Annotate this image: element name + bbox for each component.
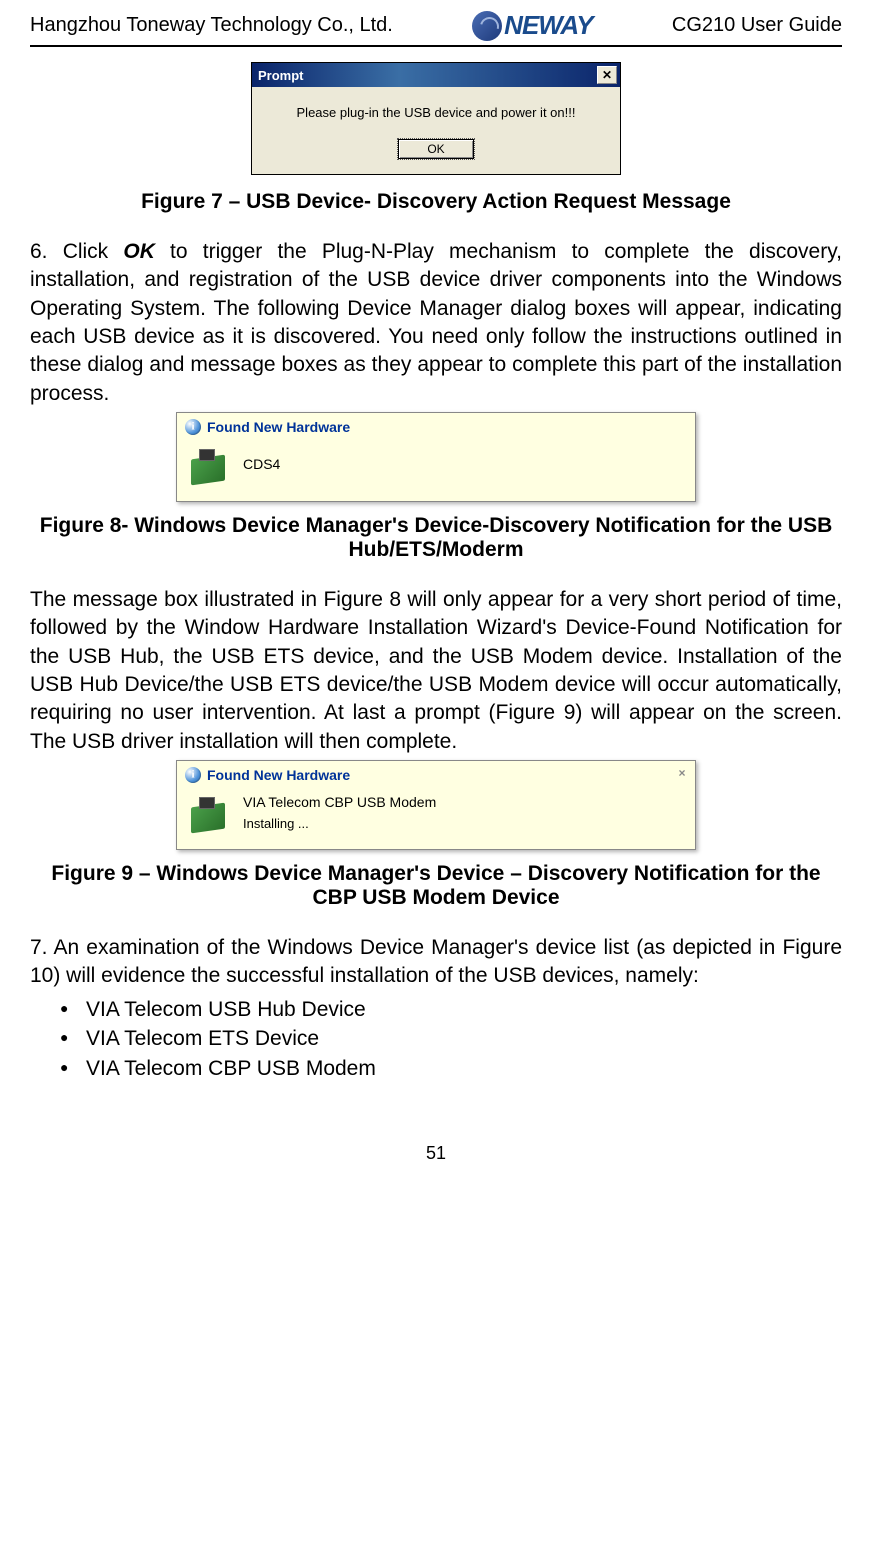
list-item: VIA Telecom CBP USB Modem: [60, 1054, 842, 1083]
company-logo: NEWAY: [472, 10, 592, 41]
device-bullet-list: VIA Telecom USB Hub Device VIA Telecom E…: [30, 995, 842, 1083]
dialog-titlebar: Prompt ✕: [252, 63, 620, 87]
doc-title: CG210 User Guide: [672, 14, 842, 37]
list-item: VIA Telecom ETS Device: [60, 1024, 842, 1053]
found-hw2-body: VIA Telecom CBP USB Modem Installing ...: [177, 785, 695, 849]
close-icon[interactable]: ×: [675, 767, 689, 781]
page-number: 51: [30, 1143, 842, 1164]
logo-text: NEWAY: [504, 10, 592, 41]
found-new-hardware-tooltip-2: × Found New Hardware VIA Telecom CBP USB…: [176, 760, 696, 850]
ok-reference: OK: [123, 240, 155, 263]
info-icon: [185, 767, 201, 783]
logo-globe-icon: [472, 11, 502, 41]
found-hw1-title: Found New Hardware: [207, 419, 350, 435]
dialog-body: Please plug-in the USB device and power …: [252, 87, 620, 174]
found-hw2-status: Installing ...: [243, 816, 436, 831]
ok-button[interactable]: OK: [398, 139, 473, 159]
hardware-board-icon: [189, 791, 231, 833]
found-hw2-title: Found New Hardware: [207, 767, 350, 783]
step6-paragraph: 6. Click OK to trigger the Plug-N-Play m…: [30, 238, 842, 408]
ok-button-focus-ring: OK: [397, 138, 474, 160]
hardware-board-icon: [189, 443, 231, 485]
info-icon: [185, 419, 201, 435]
figure8-caption: Figure 8- Windows Device Manager's Devic…: [30, 514, 842, 562]
page-header: Hangzhou Toneway Technology Co., Ltd. NE…: [30, 10, 842, 47]
step7-paragraph: 7. An examination of the Windows Device …: [30, 934, 842, 991]
prompt-dialog: Prompt ✕ Please plug-in the USB device a…: [251, 62, 621, 175]
found-new-hardware-tooltip-1: Found New Hardware CDS4: [176, 412, 696, 502]
step6-rest: to trigger the Plug-N-Play mechanism to …: [30, 240, 842, 405]
figure8-paragraph: The message box illustrated in Figure 8 …: [30, 586, 842, 756]
dialog-title: Prompt: [258, 68, 304, 83]
step6-prefix: 6. Click: [30, 240, 123, 263]
list-item: VIA Telecom USB Hub Device: [60, 995, 842, 1024]
dialog-message: Please plug-in the USB device and power …: [266, 105, 606, 120]
close-icon[interactable]: ✕: [597, 66, 617, 84]
found-hw2-device: VIA Telecom CBP USB Modem: [243, 794, 436, 810]
found-hw1-titlebar: Found New Hardware: [177, 413, 695, 437]
found-hw1-device: CDS4: [243, 456, 280, 472]
figure9-caption: Figure 9 – Windows Device Manager's Devi…: [30, 862, 842, 910]
found-hw1-body: CDS4: [177, 437, 695, 501]
found-hw2-titlebar: Found New Hardware: [177, 761, 695, 785]
figure7-caption: Figure 7 – USB Device- Discovery Action …: [30, 190, 842, 214]
company-name: Hangzhou Toneway Technology Co., Ltd.: [30, 14, 393, 37]
